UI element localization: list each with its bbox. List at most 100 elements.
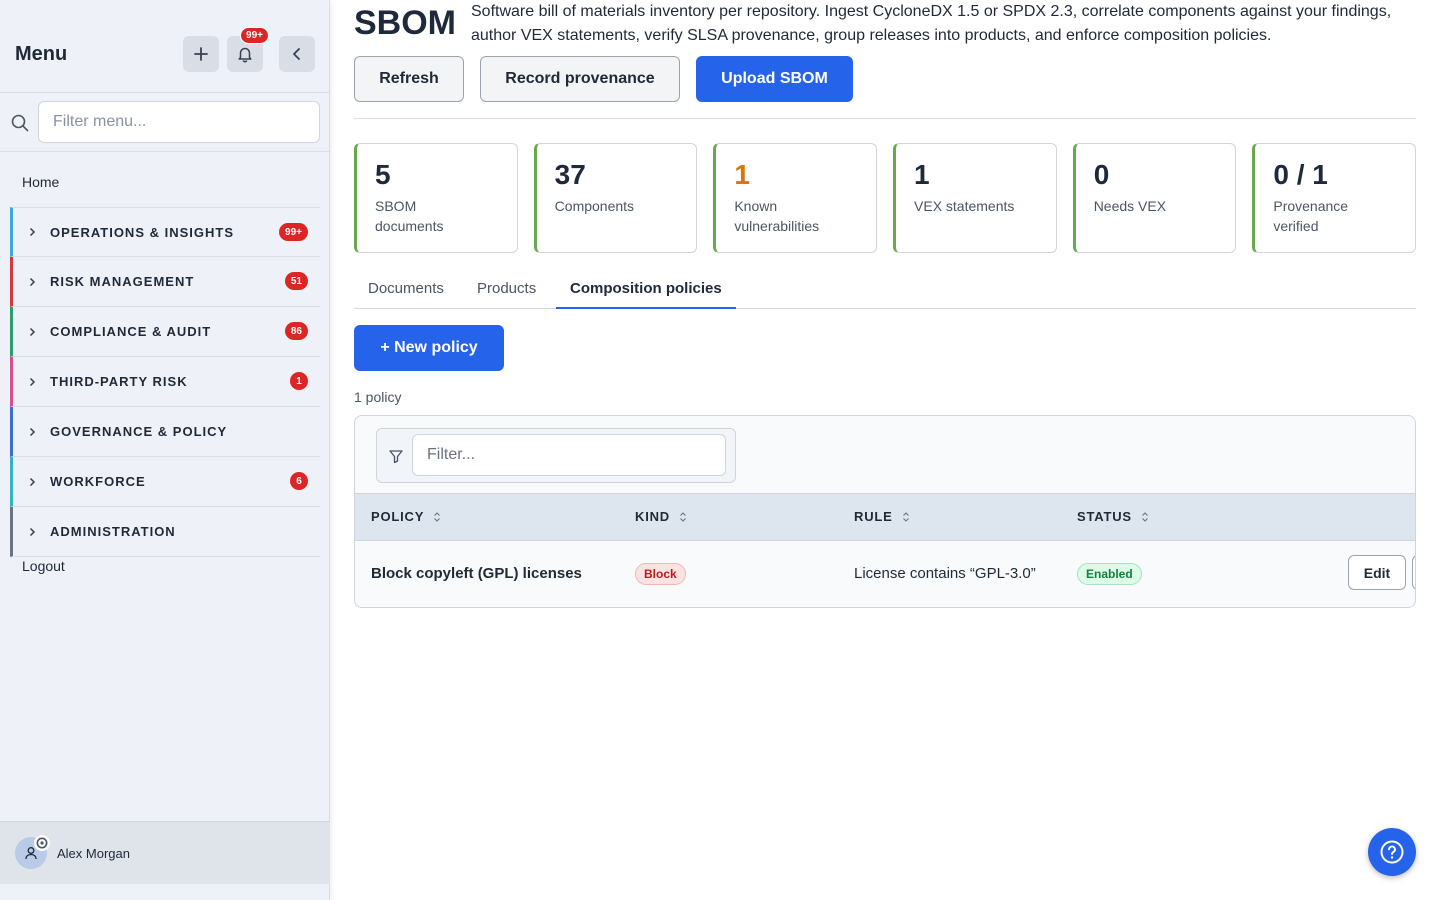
help-icon (1380, 840, 1404, 864)
sidebar: Menu 99+ Home OPERATIONS & INSIGHTS 99+ R… (0, 0, 330, 900)
notification-badge: 99+ (240, 27, 269, 44)
table-header: POLICY KIND RULE STATUS (355, 493, 1415, 541)
stat-label: Known vulnerabilities (734, 198, 820, 234)
column-header-status[interactable]: STATUS (1077, 509, 1150, 524)
add-button[interactable] (183, 36, 219, 72)
search-icon (11, 114, 29, 132)
nav-badge: 51 (284, 272, 308, 290)
policy-name: Block copyleft (GPL) licenses (371, 565, 582, 582)
filter-icon (389, 450, 403, 464)
chevron-right-icon (29, 277, 36, 286)
nav-label: THIRD-PARTY RISK (50, 374, 188, 389)
nav-label: RISK MANAGEMENT (50, 274, 195, 289)
stat-known-vulnerabilities: 1 Known vulnerabilities (713, 143, 878, 253)
nav-badge: 1 (290, 372, 308, 390)
nav-compliance-audit[interactable]: COMPLIANCE & AUDIT 86 (10, 307, 320, 357)
tab-documents[interactable]: Documents (368, 280, 444, 309)
column-label: STATUS (1077, 509, 1132, 524)
divider (354, 118, 1416, 119)
nav-label: COMPLIANCE & AUDIT (50, 324, 212, 339)
edit-button[interactable]: Edit (1348, 555, 1406, 590)
nav-badge: 99+ (279, 223, 308, 241)
new-policy-button[interactable]: + New policy (354, 325, 504, 371)
nav-administration[interactable]: ADMINISTRATION (10, 507, 320, 557)
nav-list: OPERATIONS & INSIGHTS 99+ RISK MANAGEMENT… (10, 207, 320, 557)
nav-label: WORKFORCE (50, 474, 146, 489)
logout-link[interactable]: Logout (22, 558, 65, 574)
tab-bar: Documents Products Composition policies (354, 272, 1416, 309)
sort-icon (434, 511, 441, 522)
policy-count: 1 policy (354, 389, 402, 405)
row-action-button[interactable] (1412, 555, 1415, 590)
column-header-rule[interactable]: RULE (854, 509, 911, 524)
stats-row: 5 SBOM documents 37 Components 1 Known vuln… (354, 143, 1417, 253)
table-filter-input[interactable] (412, 434, 726, 476)
stat-value: 0 / 1 (1273, 159, 1328, 190)
tab-products[interactable]: Products (477, 280, 536, 309)
stat-label: SBOM documents (375, 198, 444, 234)
nav-badge: 6 (290, 472, 308, 490)
tab-composition-policies[interactable]: Composition policies (556, 280, 736, 309)
chevron-right-icon (29, 227, 36, 237)
record-provenance-button[interactable]: Record provenance (480, 56, 680, 102)
sidebar-title: Menu (15, 42, 68, 65)
refresh-button[interactable]: Refresh (354, 56, 464, 102)
nav-operations-insights[interactable]: OPERATIONS & INSIGHTS 99+ (10, 207, 320, 257)
gear-icon (34, 835, 50, 851)
sidebar-header: Menu 99+ (0, 0, 329, 93)
column-header-kind[interactable]: KIND (635, 509, 688, 524)
page-title: SBOM (354, 4, 456, 42)
stat-value: 37 (554, 159, 586, 190)
user-profile[interactable]: Alex Morgan (0, 821, 330, 884)
notifications-button[interactable]: 99+ (227, 27, 269, 72)
plus-icon (194, 47, 208, 61)
help-button[interactable] (1368, 828, 1416, 876)
chevron-right-icon (29, 477, 36, 486)
stat-value: 1 (914, 159, 930, 190)
status-badge: Enabled (1077, 563, 1142, 585)
stat-vex-statements: 1 VEX statements (893, 143, 1057, 253)
stat-provenance-verified: 0 / 1 Provenance verified (1252, 143, 1417, 253)
stat-label: Components (554, 198, 635, 214)
nav-label: OPERATIONS & INSIGHTS (50, 224, 234, 240)
table-row: Block copyleft (GPL) licenses Block Lice… (355, 541, 1415, 607)
stat-value: 0 (1093, 159, 1110, 190)
column-label: POLICY (371, 509, 425, 524)
avatar[interactable] (15, 835, 50, 869)
stat-sbom-documents: 5 SBOM documents (354, 143, 518, 253)
menu-filter (0, 93, 329, 152)
policies-table: POLICY KIND RULE STATUS Block copyleft (… (354, 415, 1416, 608)
column-label: KIND (635, 509, 670, 524)
nav-risk-management[interactable]: RISK MANAGEMENT 51 (10, 257, 320, 307)
menu-filter-input[interactable] (38, 101, 320, 143)
chevron-right-icon (29, 327, 36, 336)
stat-needs-vex: 0 Needs VEX (1072, 143, 1237, 253)
stat-label: Provenance verified (1273, 198, 1349, 234)
stat-components: 37 Components (533, 143, 698, 253)
kind-badge: Block (635, 563, 686, 585)
page-description: Software bill of materials inventory per… (471, 3, 1392, 44)
nav-governance-policy[interactable]: GOVERNANCE & POLICY (10, 407, 320, 457)
nav-label: GOVERNANCE & POLICY (50, 424, 228, 439)
nav-third-party-risk[interactable]: THIRD-PARTY RISK 1 (10, 357, 320, 407)
column-header-policy[interactable]: POLICY (371, 509, 442, 524)
chevron-right-icon (29, 527, 36, 536)
stat-value: 1 (734, 159, 750, 190)
sort-icon (1141, 511, 1148, 522)
sort-icon (902, 511, 909, 522)
chevron-left-icon (293, 48, 300, 60)
policy-rule: License contains “GPL-3.0” (854, 565, 1036, 582)
stat-label: VEX statements (914, 198, 1015, 214)
bell-icon (238, 47, 252, 63)
chevron-right-icon (29, 427, 36, 436)
upload-sbom-button[interactable]: Upload SBOM (696, 56, 853, 102)
nav-workforce[interactable]: WORKFORCE 6 (10, 457, 320, 507)
stat-label: Needs VEX (1093, 198, 1167, 214)
table-filter (376, 428, 736, 483)
nav-label: ADMINISTRATION (50, 524, 176, 539)
collapse-sidebar-button[interactable] (279, 36, 315, 72)
stat-value: 5 (375, 159, 391, 190)
sort-icon (680, 511, 686, 522)
column-label: RULE (854, 509, 893, 524)
nav-home[interactable]: Home (22, 174, 59, 190)
